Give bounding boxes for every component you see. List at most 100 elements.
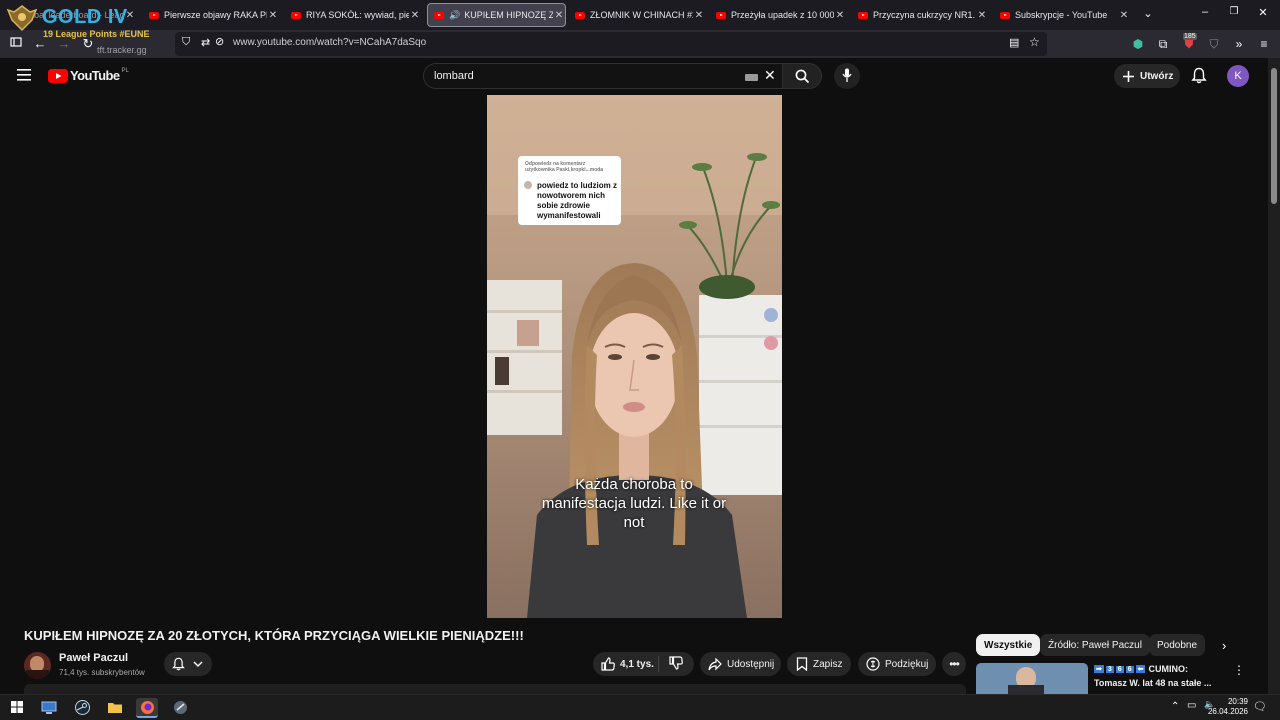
url-bar[interactable]: ⛉ ⇄ ⊘ www.youtube.com/watch?v=NCahA7daSq… — [175, 32, 1047, 56]
tray-chevron-up-icon[interactable]: ⌃ — [1171, 701, 1179, 712]
clock-time: 20:39 — [1227, 697, 1248, 706]
tab-7[interactable]: Subskrypcje - YouTube ✕ — [1000, 3, 1130, 27]
tab-title: Subskrypcje - YouTube — [1015, 10, 1108, 20]
tab-3-active[interactable]: 🔊 KUPIŁEM HIPNOZĘ ZA 20 ZŁ ✕ — [427, 3, 566, 27]
tab-title: Pierwsze objawy RAKA PROSTATY — [164, 10, 267, 20]
save-button[interactable]: Zapisz — [787, 652, 851, 676]
clock[interactable]: 20:39 26.04.2026 — [1200, 697, 1248, 717]
chip-all[interactable]: Wszystkie — [976, 634, 1041, 656]
youtube-logo-text: YouTube — [70, 68, 120, 83]
close-icon[interactable]: ✕ — [834, 10, 846, 21]
rank-emblem-icon — [6, 5, 38, 32]
channel-name[interactable]: Paweł Paczul — [59, 652, 128, 664]
chip-source[interactable]: Źródło: Paweł Paczul — [1040, 634, 1150, 656]
tab-6[interactable]: Przyczyna cukrzycy NR1. Nie ✕ — [858, 3, 988, 27]
notification-center-icon[interactable]: 🗨 — [1253, 700, 1267, 713]
close-icon[interactable]: ✕ — [976, 10, 988, 21]
recommendation-title-line1[interactable]: ➡ 3 6 6 ⬅ CUMINO: — [1094, 664, 1188, 674]
shield-icon[interactable]: ⛉ — [182, 36, 190, 49]
restore-icon[interactable]: ❐ — [1227, 6, 1241, 20]
monitor-app-icon[interactable] — [38, 698, 60, 718]
network-icon[interactable]: ▭ — [1187, 700, 1196, 711]
minimize-icon[interactable]: – — [1198, 6, 1212, 20]
tab-title: Przeżyła upadek z 10 000 met — [731, 10, 834, 20]
youtube-favicon-icon — [149, 11, 159, 19]
video-frame — [487, 95, 782, 618]
list-all-tabs-chevron-icon[interactable]: ⌄ — [1141, 7, 1155, 21]
more-actions-button[interactable]: ••• — [942, 652, 966, 676]
share-label: Udostępnij — [727, 658, 775, 670]
search-box[interactable]: lombard ✕ — [423, 63, 782, 89]
tab-4[interactable]: ZŁOMNIK W CHINACH #2. LU ✕ — [575, 3, 705, 27]
tab-title: RIYA SOKÓŁ: wywiad, pieniądze — [306, 10, 409, 20]
game-client-icon[interactable] — [169, 698, 191, 718]
guide-menu-icon[interactable] — [17, 68, 31, 81]
recommendation-title-line2[interactable]: Tomasz W. lat 48 na stałe ... — [1094, 678, 1211, 688]
microphone-icon — [842, 68, 852, 82]
tab-1[interactable]: Pierwsze objawy RAKA PROSTATY ✕ — [149, 3, 279, 27]
chips-next-chevron-icon[interactable]: › — [1222, 638, 1226, 653]
close-icon[interactable]: ✕ — [267, 10, 279, 21]
steam-icon[interactable] — [71, 698, 93, 718]
firefox-icon[interactable] — [136, 698, 158, 718]
permissions-icon[interactable]: ⇄ — [201, 36, 210, 49]
like-dislike-group: 4,1 tys. — [593, 652, 694, 676]
window-close-icon[interactable]: ✕ — [1256, 6, 1270, 20]
recommendation-thumbnail[interactable] — [976, 663, 1088, 694]
app-menu-icon[interactable]: ≡ — [1256, 36, 1272, 52]
description-box[interactable] — [24, 684, 966, 694]
share-button[interactable]: Udostępnij — [700, 652, 781, 676]
like-button[interactable]: 4,1 tys. — [593, 656, 659, 672]
number-badge: 6 — [1115, 665, 1124, 673]
create-button[interactable]: Utwórz — [1114, 64, 1180, 88]
region-code: PL — [121, 67, 129, 74]
video-player[interactable]: Odpowiedz na komentarz użytkownika Paski… — [487, 95, 782, 618]
tab-5[interactable]: Przeżyła upadek z 10 000 met ✕ — [716, 3, 846, 27]
page-scrollbar[interactable] — [1268, 58, 1280, 694]
search-button[interactable] — [782, 63, 822, 89]
like-count: 4,1 tys. — [620, 658, 654, 670]
rank-points: 19 League Points #EUNE — [43, 29, 150, 39]
bookmark-star-icon[interactable]: ☆ — [1029, 35, 1040, 49]
tab-title: KUPIŁEM HIPNOZĘ ZA 20 ZŁ — [464, 10, 553, 20]
avatar[interactable]: K — [1227, 65, 1249, 87]
scrollbar-thumb[interactable] — [1271, 68, 1277, 204]
extensions-puzzle-icon[interactable]: ⧉ — [1155, 36, 1171, 52]
url-text[interactable]: www.youtube.com/watch?v=NCahA7daSqo — [233, 37, 426, 48]
youtube-page: YouTube PL lombard ✕ Utwórz K Odpowiedz … — [0, 58, 1268, 694]
thanks-button[interactable]: Podziękuj — [858, 652, 936, 676]
rank-title: GOLD IV — [42, 6, 128, 28]
search-icon — [795, 69, 810, 84]
close-icon[interactable]: ✕ — [693, 10, 705, 21]
tab-2[interactable]: RIYA SOKÓŁ: wywiad, pieniądze ✕ — [291, 3, 421, 27]
super-thanks-icon — [866, 657, 880, 671]
camera-off-icon[interactable]: ⊘ — [215, 35, 224, 48]
close-icon[interactable]: ✕ — [553, 10, 565, 21]
youtube-logo[interactable]: YouTube PL — [48, 68, 129, 83]
close-icon[interactable]: ✕ — [409, 10, 421, 21]
search-input[interactable]: lombard — [434, 70, 474, 82]
more-tools-chevron-icon[interactable]: » — [1231, 36, 1247, 52]
keyboard-icon[interactable] — [745, 74, 758, 81]
windows-start-icon[interactable] — [6, 698, 28, 718]
file-explorer-icon[interactable] — [104, 698, 126, 718]
notifications-bell-icon[interactable] — [1191, 67, 1207, 84]
windows-taskbar: ⌃ ▭ 🔈 20:39 26.04.2026 🗨 — [0, 694, 1280, 720]
subscription-bell-button[interactable] — [164, 652, 212, 676]
extension-shield-icon[interactable]: ⬢ — [1130, 36, 1146, 52]
privacy-shield-icon[interactable]: ⛉ — [1206, 36, 1222, 52]
channel-avatar[interactable] — [24, 652, 51, 679]
chip-related[interactable]: Podobne — [1149, 634, 1206, 656]
voice-search-button[interactable] — [834, 63, 860, 89]
number-badge: 6 — [1125, 665, 1134, 673]
speaker-icon[interactable]: 🔊 — [449, 10, 460, 21]
arrow-emoji-icon: ➡ — [1094, 665, 1104, 673]
close-icon[interactable]: ✕ — [1118, 10, 1130, 21]
dislike-button[interactable] — [659, 655, 688, 673]
bell-icon — [172, 657, 185, 671]
youtube-favicon-icon — [291, 11, 301, 19]
more-vertical-icon[interactable]: ⋮ — [1233, 663, 1245, 677]
reader-view-icon[interactable]: ▤ — [1009, 36, 1019, 49]
clear-search-icon[interactable]: ✕ — [764, 67, 776, 84]
bookmark-icon — [796, 657, 808, 671]
